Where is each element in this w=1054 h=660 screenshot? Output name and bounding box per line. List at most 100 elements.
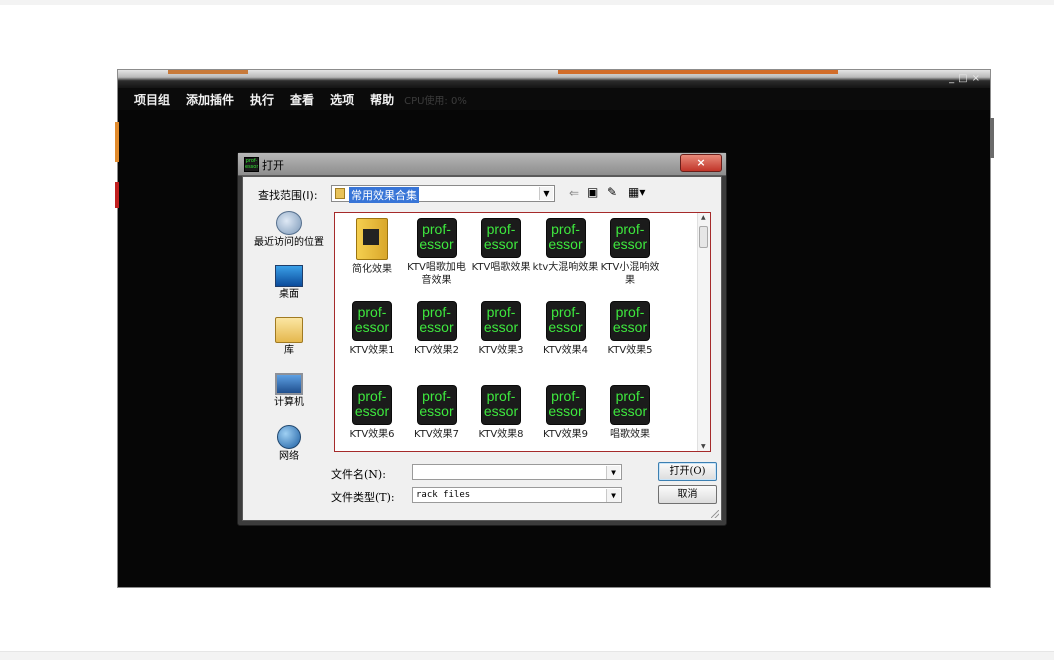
new-folder-icon[interactable]: ✎ — [607, 186, 617, 198]
scroll-up-icon[interactable]: ▲ — [701, 214, 706, 221]
place-computer[interactable]: 计算机 — [251, 373, 327, 409]
file-name: KTV效果3 — [478, 345, 524, 356]
file-item[interactable]: prof-essor KTV效果5 — [597, 301, 663, 357]
filetype-select[interactable]: rack files ▼ — [412, 487, 622, 503]
filename-input[interactable]: ▼ — [412, 464, 622, 480]
preset-icon-text: prof- — [615, 304, 645, 320]
resize-grip-icon[interactable] — [711, 510, 719, 518]
preset-file-icon: prof-essor — [352, 301, 392, 341]
preset-file-icon: prof-essor — [481, 301, 521, 341]
lookin-combobox[interactable]: 常用效果合集 ▼ — [331, 185, 555, 203]
file-item[interactable]: prof-essor KTV效果7 — [404, 385, 470, 441]
computer-icon — [275, 373, 303, 395]
preset-file-icon: prof-essor — [610, 385, 650, 425]
dialog-close-button[interactable]: × — [680, 154, 722, 172]
preset-file-icon: prof-essor — [481, 385, 521, 425]
window-edge-accent — [115, 182, 119, 208]
scroll-thumb[interactable] — [699, 226, 708, 248]
file-name: KTV唱歌加电音效果 — [407, 262, 466, 286]
preset-badge-icon — [363, 229, 379, 245]
place-libraries[interactable]: 库 — [251, 317, 327, 357]
preset-icon-text: essor — [354, 403, 390, 419]
file-name: KTV效果8 — [478, 429, 524, 440]
close-icon[interactable]: × — [972, 73, 984, 84]
place-recent[interactable]: 最近访问的位置 — [251, 211, 327, 249]
preset-file-icon: prof-essor — [481, 218, 521, 258]
preset-icon-text: prof- — [551, 221, 580, 237]
preset-file-icon: prof-essor — [545, 385, 586, 425]
file-name: KTV小混响效果 — [600, 262, 660, 286]
window-edge-accent — [115, 122, 119, 162]
preset-file-icon: prof-essor — [352, 385, 392, 425]
menu-view[interactable]: 查看 — [290, 91, 314, 108]
file-item[interactable]: prof-essor 唱歌效果 — [597, 385, 663, 441]
file-item[interactable]: prof-essor KTV效果1 — [339, 301, 405, 357]
scroll-down-icon[interactable]: ▼ — [701, 443, 706, 450]
chevron-down-icon[interactable]: ▼ — [606, 466, 620, 479]
file-name: 简化效果 — [352, 264, 392, 275]
menu-add-plugin[interactable]: 添加插件 — [186, 91, 234, 108]
file-name: KTV效果2 — [413, 345, 460, 356]
back-arrow-icon[interactable]: ⇐ — [569, 187, 579, 199]
cancel-button[interactable]: 取消 — [658, 485, 717, 504]
filetype-value: rack files — [416, 490, 471, 500]
preset-icon-text: essor — [419, 403, 454, 419]
view-menu-icon[interactable]: ▦▾ — [628, 186, 645, 198]
preset-icon-text: prof- — [486, 221, 516, 237]
dialog-titlebar[interactable]: prof-essor 打开 × — [238, 153, 726, 176]
chevron-down-icon[interactable]: ▼ — [606, 489, 620, 502]
open-file-dialog: prof-essor 打开 × 查找范围(I): 常用效果合集 ▼ ⇐ ▣ ✎ … — [237, 152, 727, 526]
menu-execute[interactable]: 执行 — [250, 91, 274, 108]
file-item[interactable]: prof-essor KTV效果9 — [533, 385, 599, 441]
preset-file-icon: prof-essor — [416, 301, 457, 341]
file-item[interactable]: prof-essor KTV小混响效果 — [597, 218, 663, 287]
cpu-usage-label: CPU使用: 0% — [404, 95, 467, 107]
lookin-label: 查找范围(I): — [258, 189, 318, 202]
folder-icon — [356, 218, 388, 260]
preset-icon-text: essor — [548, 236, 583, 252]
file-item[interactable]: prof-essor KTV效果2 — [404, 301, 470, 357]
file-item[interactable]: prof-essor KTV唱歌加电音效果 — [404, 218, 470, 287]
file-item[interactable]: prof-essor KTV效果3 — [468, 301, 534, 357]
file-item[interactable]: prof-essor KTV效果4 — [533, 301, 599, 357]
preset-icon-text: prof- — [551, 304, 580, 320]
file-name: KTV效果4 — [542, 345, 589, 356]
menu-help[interactable]: 帮助 — [370, 91, 394, 108]
preset-icon-text: essor — [354, 319, 390, 335]
file-item[interactable]: prof-essor KTV唱歌效果 — [468, 218, 534, 274]
file-list-view[interactable]: ▲ ▼ 简化效果 prof-essor KTV唱歌加电音效果 prof-essor KT… — [334, 212, 711, 452]
network-icon — [277, 425, 301, 449]
maximize-icon[interactable]: □ — [958, 73, 971, 84]
app-menubar: 项目组 添加插件 执行 查看 选项 帮助 CPU使用: 0% — [118, 88, 990, 110]
preset-icon-text: prof- — [357, 388, 387, 404]
titlebar-accent — [558, 70, 838, 74]
place-desktop[interactable]: 桌面 — [251, 265, 327, 301]
chevron-down-icon[interactable]: ▼ — [539, 187, 553, 200]
vertical-scrollbar[interactable]: ▲ ▼ — [697, 213, 710, 451]
dialog-body: 查找范围(I): 常用效果合集 ▼ ⇐ ▣ ✎ ▦▾ 最近访问的位置 桌面 库 … — [242, 176, 722, 521]
filename-label: 文件名(N): — [331, 468, 386, 481]
file-item[interactable]: prof-essor KTV效果8 — [468, 385, 534, 441]
preset-file-icon: prof-essor — [416, 385, 457, 425]
menu-project-group[interactable]: 项目组 — [134, 91, 170, 108]
place-label: 最近访问的位置 — [254, 237, 324, 248]
minimize-icon[interactable]: _ — [949, 73, 958, 84]
preset-file-icon: prof-essor — [416, 218, 457, 258]
libraries-icon — [275, 317, 303, 343]
folder-item[interactable]: 简化效果 — [339, 218, 405, 276]
place-label: 网络 — [279, 451, 299, 462]
app-titlebar[interactable]: _□× — [118, 70, 990, 88]
menu-options[interactable]: 选项 — [330, 91, 354, 108]
up-folder-icon[interactable]: ▣ — [587, 186, 598, 198]
window-controls[interactable]: _□× — [949, 73, 984, 84]
preset-icon-text: prof- — [486, 388, 516, 404]
preset-icon-text: prof- — [615, 221, 645, 237]
file-item[interactable]: prof-essor KTV效果6 — [339, 385, 405, 441]
file-item[interactable]: prof-essor ktv大混响效果 — [533, 218, 599, 274]
open-button[interactable]: 打开(O) — [658, 462, 717, 481]
place-network[interactable]: 网络 — [251, 425, 327, 463]
preset-icon-text: essor — [612, 403, 648, 419]
preset-icon-text: prof- — [357, 304, 387, 320]
lookin-value: 常用效果合集 — [349, 187, 419, 203]
preset-icon-text: essor — [483, 319, 519, 335]
